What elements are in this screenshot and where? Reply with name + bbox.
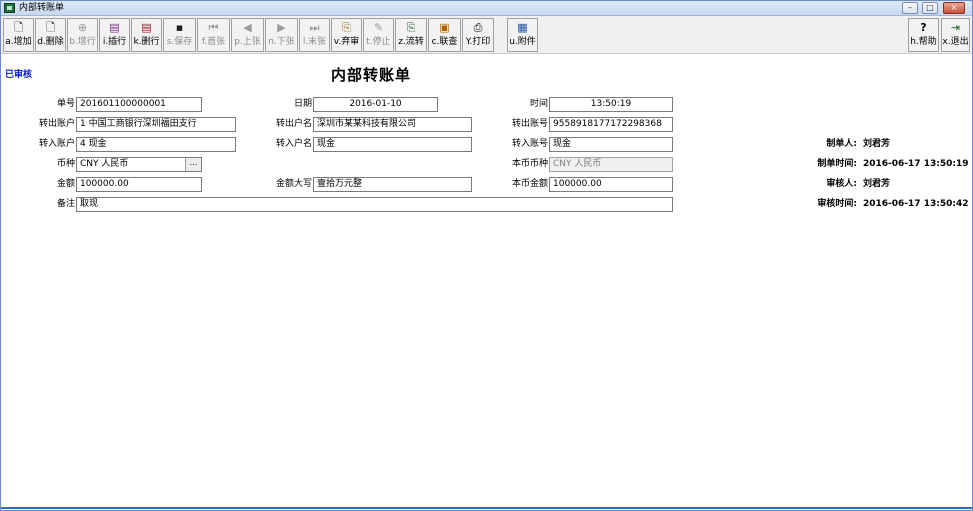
date-field[interactable]: 2016-01-10 [313, 97, 438, 112]
first-page-button[interactable]: ⏮ f.首张 [197, 18, 230, 52]
close-button[interactable]: × [943, 2, 965, 14]
delete-row-button[interactable]: ▤ k.删行 [131, 18, 162, 52]
new-document-icon: 🗋 [14, 21, 23, 34]
in-number-field[interactable]: 现金 [549, 137, 673, 152]
minimize-button[interactable]: – [902, 2, 918, 14]
currency-field[interactable]: CNY 人民币 ... [76, 157, 202, 172]
add-row-icon: ⊕ [77, 21, 88, 34]
out-name-label: 转出户名 [275, 119, 312, 129]
in-account-label: 转入账户 [38, 139, 75, 149]
print-button[interactable]: ⎙ Y.打印 [462, 18, 494, 52]
time-field[interactable]: 13:50:19 [549, 97, 673, 112]
add-button[interactable]: 🗋 a.增加 [3, 18, 34, 52]
out-number-label: 转出账号 [511, 119, 548, 129]
printer-icon: ⎙ [473, 21, 483, 34]
delete-row-icon: ▤ [141, 21, 152, 34]
window-title: 内部转账单 [19, 3, 65, 13]
app-icon [4, 3, 15, 13]
attachment-button[interactable]: ▦ u.附件 [507, 18, 538, 52]
auditor-label: 审核人: [826, 179, 857, 189]
unaudit-button[interactable]: ⎘ v.弃审 [331, 18, 362, 52]
page-title: 内部转账单 [331, 66, 412, 84]
currency-value: CNY 人民币 [80, 159, 129, 169]
audit-status-badge: 已审核 [5, 70, 33, 80]
attachment-icon: ▦ [517, 21, 528, 34]
insert-row-icon: ▤ [109, 21, 120, 34]
time-label: 时间 [529, 99, 548, 109]
exit-button[interactable]: ⇥ x.退出 [941, 18, 970, 52]
maker-label: 制单人: [826, 139, 857, 149]
stop-button[interactable]: ✎ t.停止 [363, 18, 394, 52]
maximize-button[interactable]: □ [922, 2, 938, 14]
auditor-value: 刘君芳 [863, 179, 891, 189]
add-row-button[interactable]: ⊕ b.增行 [67, 18, 98, 52]
doc-no-field[interactable]: 201601100000001 [76, 97, 202, 112]
out-name-field[interactable]: 深圳市某某科技有限公司 [313, 117, 472, 132]
title-bar[interactable]: 内部转账单 – □ × [1, 1, 972, 16]
audit-time-label: 审核时间: [817, 199, 857, 209]
save-icon: ▪ [175, 21, 184, 34]
in-name-label: 转入户名 [275, 139, 312, 149]
remark-field[interactable]: 取现 [76, 197, 673, 212]
out-account-field[interactable]: 1 中国工商银行深圳福田支行 [76, 117, 236, 132]
help-icon: ? [920, 21, 927, 34]
out-account-label: 转出账户 [38, 119, 75, 129]
toolbar: 🗋 a.增加 🗋 d.删除 ⊕ b.增行 ▤ i.插行 ▤ k.删行 ▪ s.保… [1, 16, 972, 54]
date-label: 日期 [293, 99, 312, 109]
in-name-field[interactable]: 现金 [313, 137, 472, 152]
amount-words-field[interactable]: 壹拾万元整 [313, 177, 472, 192]
out-number-field[interactable]: 9558918177172298368 [549, 117, 673, 132]
previous-page-icon: ◀ [243, 21, 252, 34]
currency-label: 币种 [56, 159, 75, 169]
last-page-button[interactable]: ⏭ l.末张 [299, 18, 330, 52]
make-time-label: 制单时间: [817, 159, 857, 169]
remark-label: 备注 [56, 199, 75, 209]
amount-label: 金额 [56, 179, 75, 189]
help-button[interactable]: ? h.帮助 [908, 18, 939, 52]
first-page-icon: ⏮ [208, 21, 219, 34]
delete-button[interactable]: 🗋 d.删除 [35, 18, 66, 52]
amount-field[interactable]: 100000.00 [76, 177, 202, 192]
document-form: 已审核 内部转账单 单号 201601100000001 日期 2016-01-… [1, 55, 972, 510]
next-page-button[interactable]: ▶ n.下张 [265, 18, 298, 52]
unaudit-icon: ⎘ [342, 21, 351, 34]
bottom-border [1, 507, 972, 509]
previous-page-button[interactable]: ◀ p.上张 [231, 18, 264, 52]
doc-no-label: 单号 [56, 99, 75, 109]
next-page-icon: ▶ [277, 21, 286, 34]
delete-document-icon: 🗋 [46, 21, 55, 34]
save-button[interactable]: ▪ s.保存 [163, 18, 196, 52]
in-account-field[interactable]: 4 现金 [76, 137, 236, 152]
linked-query-button[interactable]: ▣ c.联查 [428, 18, 461, 52]
insert-row-button[interactable]: ▤ i.插行 [99, 18, 130, 52]
app-window: 内部转账单 – □ × 🗋 a.增加 🗋 d.删除 ⊕ b.增行 ▤ i.插行 … [0, 0, 973, 511]
exit-door-icon: ⇥ [950, 21, 961, 34]
make-time-value: 2016-06-17 13:50:19 [863, 159, 969, 169]
last-page-icon: ⏭ [309, 21, 320, 34]
in-number-label: 转入账号 [511, 139, 548, 149]
audit-time-value: 2016-06-17 13:50:42 [863, 199, 969, 209]
linked-query-icon: ▣ [439, 21, 450, 34]
base-currency-field: CNY 人民币 [549, 157, 673, 172]
currency-lookup-button[interactable]: ... [185, 158, 201, 171]
maker-value: 刘君芳 [863, 139, 891, 149]
flow-icon: ⎘ [406, 21, 416, 34]
pencil-icon: ✎ [373, 21, 384, 34]
flow-button[interactable]: ⎘ z.流转 [395, 18, 427, 52]
base-amount-field[interactable]: 100000.00 [549, 177, 673, 192]
base-amount-label: 本币金额 [511, 179, 548, 189]
base-currency-label: 本币币种 [511, 159, 548, 169]
amount-words-label: 金额大写 [275, 179, 312, 189]
